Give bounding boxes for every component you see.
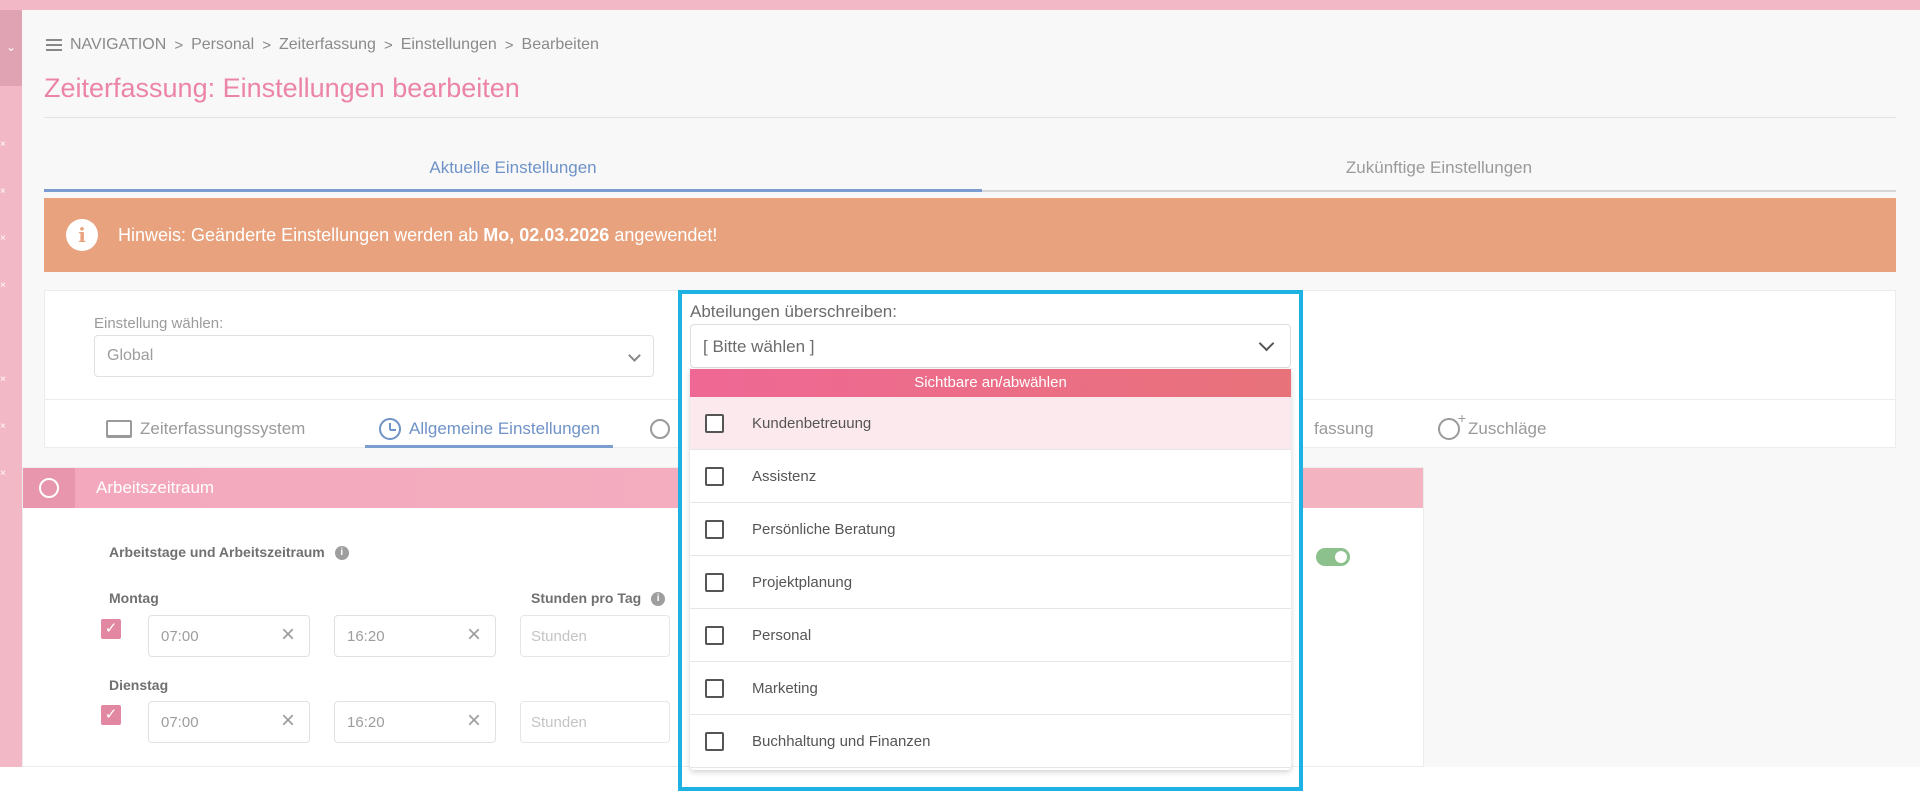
- info-icon[interactable]: i: [651, 592, 666, 607]
- monday-end-value: 16:20: [347, 628, 385, 645]
- subtab-label: Zuschläge: [1468, 419, 1547, 438]
- rail-toggle[interactable]: ⌄: [0, 10, 22, 86]
- active-subtab-indicator: [365, 445, 613, 448]
- tuesday-hours-placeholder: Stunden: [531, 714, 587, 731]
- toggle-switch[interactable]: [1316, 548, 1350, 566]
- tab-current-settings[interactable]: Aktuelle Einstellungen: [44, 148, 982, 192]
- breadcrumb: NAVIGATION > Personal > Zeiterfassung > …: [46, 36, 599, 54]
- workdays-label: Arbeitstage und Arbeitszeitraum i: [109, 544, 349, 561]
- timer-icon: [650, 419, 670, 439]
- breadcrumb-item[interactable]: Zeiterfassung: [279, 36, 376, 54]
- close-icon[interactable]: ×: [467, 623, 481, 647]
- rail-mark: ×: [0, 280, 6, 291]
- tab-future-settings[interactable]: Zukünftige Einstellungen: [982, 148, 1896, 192]
- monday-start-input[interactable]: 07:00 ×: [148, 615, 310, 657]
- tuesday-checkbox[interactable]: ✓: [101, 705, 121, 725]
- monday-end-input[interactable]: 16:20 ×: [334, 615, 496, 657]
- breadcrumb-item[interactable]: NAVIGATION: [70, 36, 166, 54]
- monday-hours-input[interactable]: Stunden: [520, 615, 670, 657]
- breadcrumb-separator: >: [504, 36, 514, 54]
- breadcrumb-separator: >: [262, 36, 271, 54]
- tuesday-hours-input[interactable]: Stunden: [520, 701, 670, 743]
- breadcrumb-separator: >: [383, 36, 393, 54]
- close-icon[interactable]: ×: [281, 623, 295, 647]
- breadcrumb-item[interactable]: Personal: [191, 36, 254, 54]
- hours-label-text: Stunden pro Tag: [531, 590, 642, 606]
- focus-highlight-frame: [678, 290, 1303, 791]
- clock-plus-icon: [1438, 410, 1466, 440]
- notice-banner: i Hinweis: Geänderte Einstellungen werde…: [44, 198, 1896, 272]
- subtab-zuschlaege[interactable]: Zuschläge: [1438, 410, 1547, 445]
- setting-select-label: Einstellung wählen:: [94, 315, 224, 332]
- info-icon[interactable]: i: [334, 546, 349, 561]
- rail-mark: ×: [0, 233, 6, 244]
- laptop-icon: [106, 420, 132, 438]
- tuesday-end-value: 16:20: [347, 714, 385, 731]
- top-strip: [0, 0, 1920, 10]
- info-icon: i: [66, 219, 98, 251]
- setting-select[interactable]: Global: [94, 335, 654, 377]
- divider: [44, 117, 1896, 118]
- monday-start-value: 07:00: [161, 628, 199, 645]
- monday-checkbox[interactable]: ✓: [101, 619, 121, 639]
- notice-suffix: angewendet!: [609, 224, 718, 245]
- rail-mark: ×: [0, 468, 6, 479]
- tuesday-start-input[interactable]: 07:00 ×: [148, 701, 310, 743]
- tab-bar: Aktuelle Einstellungen Zukünftige Einste…: [44, 148, 1896, 192]
- subtab-label: Allgemeine Einstellungen: [409, 419, 600, 438]
- subtab-erfassung[interactable]: fassung: [1314, 413, 1374, 445]
- monday-hours-placeholder: Stunden: [531, 628, 587, 645]
- breadcrumb-separator: >: [174, 36, 184, 54]
- day-label-tuesday: Dienstag: [109, 677, 169, 693]
- section-icon-box: [23, 468, 75, 508]
- page-title: Zeiterfassung: Einstellungen bearbeiten: [44, 73, 520, 103]
- clock-icon: [39, 478, 59, 498]
- hours-label: Stunden pro Tag i: [531, 590, 666, 607]
- tuesday-end-input[interactable]: 16:20 ×: [334, 701, 496, 743]
- subtab-allgemeine-einstellungen[interactable]: Allgemeine Einstellungen: [379, 413, 600, 445]
- rail-mark: ×: [0, 421, 6, 432]
- subtab-zeiterfassungssystem[interactable]: Zeiterfassungssystem: [106, 413, 305, 445]
- close-icon[interactable]: ×: [467, 709, 481, 733]
- notice-prefix: Hinweis: Geänderte Einstellungen werden …: [118, 224, 484, 245]
- rail-mark: ×: [0, 374, 6, 385]
- tuesday-start-value: 07:00: [161, 714, 199, 731]
- subtab-label: Zeiterfassungssystem: [140, 419, 306, 438]
- chevron-down-icon: [628, 349, 641, 362]
- breadcrumb-item[interactable]: Einstellungen: [401, 36, 497, 54]
- notice-date: Mo, 02.03.2026: [483, 224, 610, 245]
- rail-mark: ×: [0, 139, 6, 150]
- rail-mark: ×: [0, 186, 6, 197]
- app-window: ⌄ × × × × × × × NAVIGATION > Personal > …: [0, 0, 1920, 792]
- day-label-monday: Montag: [109, 590, 159, 606]
- close-icon[interactable]: ×: [281, 709, 295, 733]
- menu-icon[interactable]: [46, 39, 62, 51]
- clock-icon: [379, 418, 401, 440]
- left-rail: ⌄ × × × × × × ×: [0, 10, 22, 767]
- setting-select-value: Global: [107, 347, 154, 364]
- section-title: Arbeitszeitraum: [96, 478, 215, 497]
- subtab-label: fassung: [1314, 419, 1374, 438]
- breadcrumb-item: Bearbeiten: [521, 36, 599, 53]
- workdays-label-text: Arbeitstage und Arbeitszeitraum: [109, 544, 325, 560]
